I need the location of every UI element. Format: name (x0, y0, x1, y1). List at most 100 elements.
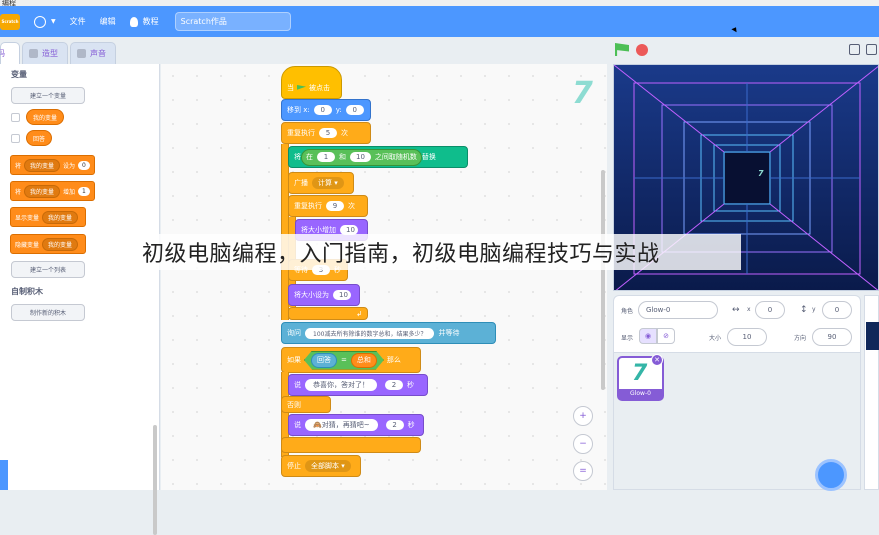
when-flag-clicked-block[interactable]: 当 被点击 (281, 66, 342, 99)
change-block-value[interactable]: 1 (78, 186, 90, 196)
setsize-value-input[interactable]: 10 (333, 290, 351, 300)
backpack-toggle[interactable] (0, 460, 8, 490)
file-menu[interactable]: 文件 (70, 6, 86, 37)
say-correct-block[interactable]: 说 恭喜你，答对了！ 2 秒 (288, 374, 428, 396)
erase-rand: 之间取随机数 (374, 153, 417, 161)
broadcast-block[interactable]: 广播 计算 ▾ (288, 172, 354, 194)
change-variable-block[interactable]: 将 我的变量 增加 1 (10, 181, 95, 201)
sprite-name-input[interactable]: Glow-0 (638, 301, 718, 319)
zoom-out-button[interactable]: − (573, 434, 593, 454)
say1-suffix: 秒 (407, 381, 414, 389)
set-size-block[interactable]: 将大小设为 10 (288, 284, 360, 306)
sprite-direction-input[interactable]: 90 (812, 328, 852, 346)
repeat2-times-input[interactable]: 9 (326, 201, 344, 211)
equals-sign: = (341, 356, 347, 364)
palette-scrollbar[interactable] (153, 425, 157, 535)
hide-variable-block[interactable]: 隐藏变量 我的变量 (10, 234, 87, 254)
delete-sprite-button[interactable]: ✕ (651, 354, 663, 366)
tab-code[interactable]: 代码 (0, 42, 20, 64)
large-stage-button[interactable] (866, 44, 877, 55)
editor-tabs: 代码 造型 声音 (0, 42, 160, 64)
random-replace-block[interactable]: 将 在 1 和 10 之间取随机数 替换 (288, 146, 468, 168)
tab-sounds-label: 声音 (90, 49, 106, 58)
stage-sprite[interactable]: 7 (758, 169, 764, 178)
set-block-label: 将 (15, 162, 22, 170)
random-from-input[interactable]: 1 (317, 152, 335, 162)
random-to-input[interactable]: 10 (350, 152, 371, 162)
language-menu[interactable]: ▼ (34, 6, 56, 37)
goto-xy-block[interactable]: 移到 x: 0 y: 0 (281, 99, 371, 121)
say1-secs-input[interactable]: 2 (385, 380, 403, 390)
erase-op: 在 (306, 153, 313, 161)
show-block-variable-dropdown[interactable]: 我的变量 (42, 210, 79, 224)
hide-block-variable-dropdown[interactable]: 我的变量 (42, 237, 79, 251)
broadcast-message-dropdown[interactable]: 计算 ▾ (312, 177, 344, 189)
direction-label: 方向 (794, 335, 807, 342)
sprite-name-label: 角色 (621, 308, 634, 315)
zoom-reset-button[interactable]: = (573, 461, 593, 481)
repeat-block-inner[interactable]: 重复执行 9 次 (288, 195, 368, 217)
stop-button[interactable] (636, 44, 648, 56)
if-else-block[interactable]: 如果 回答 = 总和 那么 (281, 347, 421, 373)
answer-reporter[interactable]: 回答 (311, 353, 337, 368)
scratch-logo[interactable]: Scratch (0, 13, 20, 30)
change-block-variable-dropdown[interactable]: 我的变量 (24, 184, 61, 198)
stop-all-block[interactable]: 停止 全部脚本 ▾ (281, 455, 361, 477)
say2-secs-input[interactable]: 2 (385, 420, 404, 430)
variable-checkbox-my-variable[interactable] (11, 113, 20, 122)
change-block-label: 将 (15, 188, 22, 196)
stage-thumbnail[interactable] (866, 322, 879, 350)
variable-reporter-answer[interactable]: 回答 (26, 130, 53, 146)
else-label-block: 否则 (281, 396, 331, 413)
equals-operator-block[interactable]: 回答 = 总和 (304, 351, 384, 370)
repeat1-times-input[interactable]: 5 (319, 128, 337, 138)
ask-and-wait-block[interactable]: 询问 100减去所有除谁的数字总和，结果多少？ 并等待 (281, 322, 496, 344)
sum-variable-reporter[interactable]: 总和 (351, 353, 377, 368)
eye-icon: ◉ (644, 332, 652, 340)
set-block-variable-dropdown[interactable]: 我的变量 (24, 158, 61, 172)
variable-checkbox-answer[interactable] (11, 134, 20, 143)
sprite-y-input[interactable]: 0 (822, 301, 852, 319)
ask-question-input[interactable]: 100减去所有除谁的数字总和，结果多少？ (305, 327, 435, 339)
say1-text-input[interactable]: 恭喜你，答对了！ (305, 379, 377, 391)
tab-costumes[interactable]: 造型 (22, 42, 68, 64)
if-label: 如果 (287, 356, 301, 364)
edit-menu-label: 编辑 (99, 17, 116, 26)
make-list-button[interactable]: 建立一个列表 (11, 261, 85, 278)
show-variable-block[interactable]: 显示变量 我的变量 (10, 207, 87, 227)
zoom-in-button[interactable]: + (573, 406, 593, 426)
say2-text-input[interactable]: 🙈对猜，再猜吧~ (305, 419, 378, 431)
sprite-x-input[interactable]: 0 (755, 301, 785, 319)
project-title-input[interactable]: Scratch作品 (174, 12, 291, 31)
zoom-out-icon: − (579, 439, 587, 449)
goto-x-input[interactable]: 0 (313, 105, 332, 115)
add-sprite-button[interactable] (815, 459, 847, 491)
say2-suffix: 秒 (407, 421, 415, 429)
make-variable-button[interactable]: 建立一个变量 (11, 87, 85, 104)
overlay-caption: 初级电脑编程，入门指南，初级电脑编程技巧与实战 (138, 234, 741, 270)
small-stage-button[interactable] (849, 44, 860, 55)
tab-sounds[interactable]: 声音 (70, 42, 116, 64)
edit-menu[interactable]: 编辑 (100, 6, 116, 37)
set-variable-block[interactable]: 将 我的变量 设为 0 (10, 155, 95, 175)
random-operator-block[interactable]: 在 1 和 10 之间取随机数 (301, 148, 422, 166)
hide-sprite-button[interactable]: ⊘ (657, 328, 675, 344)
set-block-value[interactable]: 0 (78, 160, 90, 170)
hide-block-label: 隐藏变量 (15, 241, 40, 249)
repeat-inner-footer: ↲ (288, 307, 368, 320)
goto-y-input[interactable]: 0 (345, 105, 364, 115)
repeat-block-outer[interactable]: 重复执行 5 次 (281, 122, 371, 144)
sprite-size-input[interactable]: 10 (727, 328, 767, 346)
script-area-scrollbar[interactable] (601, 170, 605, 390)
stop-option-dropdown[interactable]: 全部脚本 ▾ (305, 460, 351, 472)
variable-reporter-my-variable[interactable]: 我的变量 (26, 109, 65, 125)
show-sprite-button[interactable]: ◉ (639, 328, 657, 344)
make-block-button[interactable]: 制作新的积木 (11, 304, 85, 321)
y-arrows-icon: ↕ (800, 305, 808, 315)
category-title-variables: 变量 (11, 70, 27, 79)
ask-suffix: 并等待 (438, 329, 460, 337)
y-label: y (812, 306, 816, 313)
say-wrong-block[interactable]: 说 🙈对猜，再猜吧~ 2 秒 (288, 414, 424, 436)
tutorials-menu-label: 教程 (142, 17, 159, 26)
tutorials-menu[interactable]: 教程 (129, 6, 159, 37)
